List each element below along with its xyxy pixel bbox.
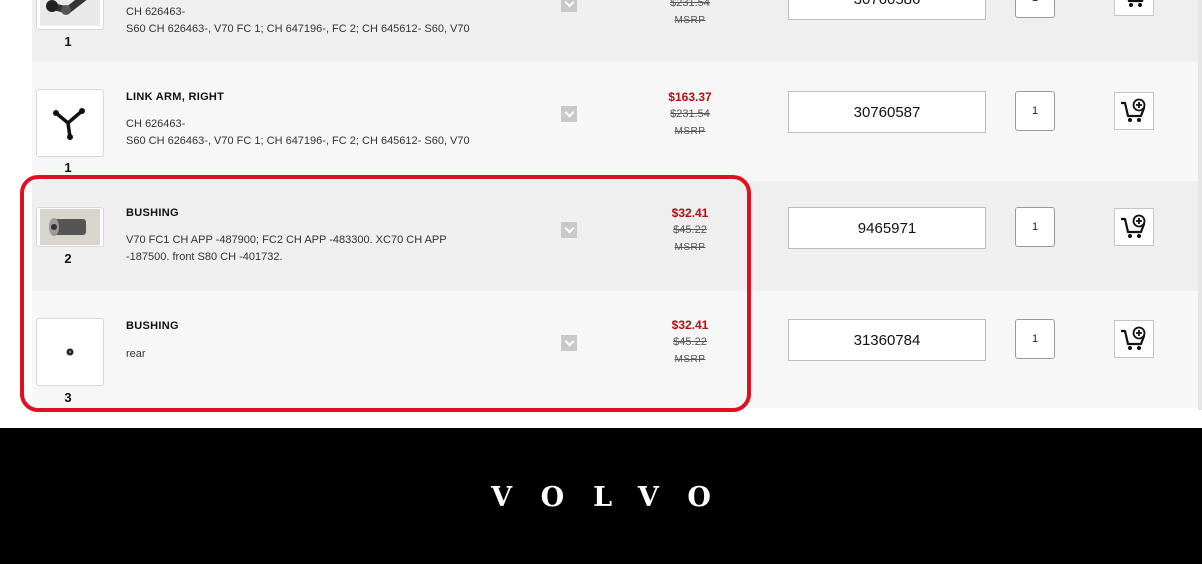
quantity-input[interactable]: 1: [1015, 91, 1055, 131]
part-description: CH 626463- S60 CH 626463-, V70 FC 1; CH …: [126, 6, 470, 35]
part-number-field[interactable]: 30760587: [788, 91, 986, 133]
part-name[interactable]: BUSHING: [126, 320, 179, 332]
bushing-front-icon: [40, 209, 100, 245]
expand-details-button[interactable]: [561, 0, 577, 12]
brand-logo[interactable]: VOLVO: [0, 482, 1202, 513]
reference-number[interactable]: 3: [62, 390, 74, 405]
part-name[interactable]: LINK ARM, RIGHT: [126, 91, 224, 103]
part-description: V70 FC1 CH APP -487900; FC2 CH APP -4833…: [126, 234, 447, 263]
part-description: rear: [126, 348, 146, 360]
add-to-cart-icon: [1127, 0, 1144, 7]
part-number-field[interactable]: 31360784: [788, 319, 986, 361]
expand-details-button[interactable]: [561, 106, 577, 122]
price-block: $32.41 $45.22 MSRP: [650, 317, 730, 368]
original-price: $231.54: [670, 0, 710, 9]
part-number-field[interactable]: 9465971: [788, 207, 986, 249]
add-to-cart-icon: [1121, 214, 1146, 238]
quantity-input[interactable]: 1: [1015, 0, 1055, 18]
link-arm-right-icon: [53, 108, 85, 140]
price-block: $231.54 MSRP: [650, 0, 730, 29]
scroll-edge: [1198, 0, 1202, 410]
table-row: 1 CH 626463- S60 CH 626463-, V70 FC 1; C…: [32, 0, 1198, 62]
add-to-cart-icon: [1121, 326, 1146, 350]
quantity-input[interactable]: 1: [1015, 319, 1055, 359]
part-name[interactable]: BUSHING: [126, 207, 179, 219]
reference-number[interactable]: 1: [62, 34, 74, 49]
part-thumbnail[interactable]: [36, 207, 104, 247]
reference-number[interactable]: 2: [62, 251, 74, 266]
quantity-input[interactable]: 1: [1015, 207, 1055, 247]
msrp-label: MSRP: [674, 354, 706, 365]
sale-price: $32.41: [671, 318, 709, 332]
add-to-cart-icon: [1121, 98, 1146, 122]
add-to-cart-button[interactable]: [1114, 320, 1154, 358]
part-thumbnail[interactable]: [36, 89, 104, 157]
sale-price: $32.41: [671, 206, 709, 220]
part-thumbnail[interactable]: [36, 318, 104, 386]
table-row: 1 LINK ARM, RIGHT CH 626463- S60 CH 6264…: [32, 62, 1198, 181]
msrp-label: MSRP: [674, 15, 706, 26]
part-thumbnail[interactable]: [36, 0, 104, 30]
price-block: $163.37 $231.54 MSRP: [650, 89, 730, 140]
parts-list: 1 CH 626463- S60 CH 626463-, V70 FC 1; C…: [32, 0, 1198, 408]
original-price: $45.22: [673, 336, 707, 348]
link-arm-left-icon: [40, 0, 100, 26]
sale-price: $163.37: [668, 90, 712, 104]
bushing-rear-icon: [66, 348, 74, 356]
site-footer: VOLVO: [0, 428, 1202, 564]
msrp-label: MSRP: [674, 242, 706, 253]
expand-details-button[interactable]: [561, 335, 577, 351]
original-price: $231.54: [670, 108, 710, 120]
part-description: CH 626463- S60 CH 626463-, V70 FC 1; CH …: [126, 118, 470, 147]
table-row: 2 BUSHING V70 FC1 CH APP -487900; FC2 CH…: [32, 181, 1198, 291]
add-to-cart-button[interactable]: [1114, 92, 1154, 130]
reference-number[interactable]: 1: [62, 160, 74, 175]
original-price: $45.22: [673, 224, 707, 236]
table-row: 3 BUSHING rear $32.41 $45.22 MSRP 313607…: [32, 291, 1198, 408]
part-number-field[interactable]: 30760586: [788, 0, 986, 20]
add-to-cart-button[interactable]: [1114, 0, 1154, 16]
msrp-label: MSRP: [674, 126, 706, 137]
expand-details-button[interactable]: [561, 222, 577, 238]
add-to-cart-button[interactable]: [1114, 208, 1154, 246]
price-block: $32.41 $45.22 MSRP: [650, 205, 730, 256]
